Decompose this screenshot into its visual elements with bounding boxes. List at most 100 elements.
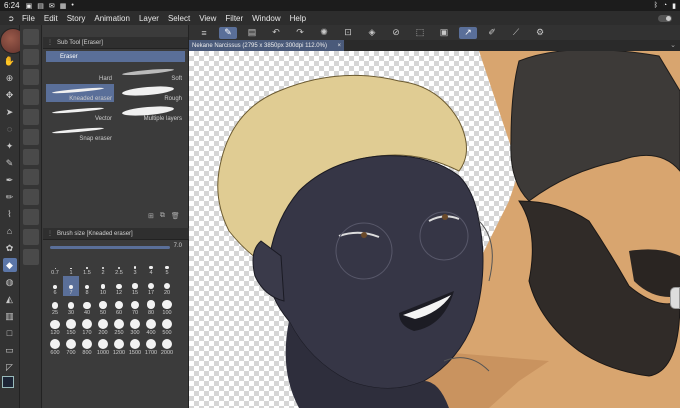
- menu-select[interactable]: Select: [168, 14, 190, 23]
- brush-size-preset[interactable]: 2.5: [111, 256, 127, 276]
- brush-size-preset[interactable]: 100: [159, 296, 175, 316]
- brush-size-preset[interactable]: 250: [111, 316, 127, 336]
- select-all-icon[interactable]: ▣: [435, 27, 453, 39]
- brush-size-preset[interactable]: 8: [79, 276, 95, 296]
- brush-size-preset[interactable]: 400: [143, 316, 159, 336]
- brush-size-track[interactable]: [50, 245, 170, 249]
- menu-view[interactable]: View: [199, 14, 216, 23]
- operation-icon[interactable]: ➤: [3, 105, 17, 119]
- brush-size-preset[interactable]: 1500: [127, 336, 143, 356]
- menu-window[interactable]: Window: [252, 14, 280, 23]
- brush-size-preset[interactable]: 120: [47, 316, 63, 336]
- invert-selection-icon[interactable]: ⬚: [411, 27, 429, 39]
- sub-tool-multiple-layers[interactable]: Multiple layers: [116, 104, 184, 122]
- brush-size-preset[interactable]: 17: [143, 276, 159, 296]
- brush-size-preset[interactable]: 5: [159, 256, 175, 276]
- eyedropper-icon[interactable]: ✎: [3, 156, 17, 170]
- blend-icon[interactable]: ◍: [3, 275, 17, 289]
- main-color-swatch[interactable]: [2, 376, 14, 388]
- zoom-icon[interactable]: ⊕: [3, 71, 17, 85]
- brush-size-preset[interactable]: 15: [127, 276, 143, 296]
- close-icon[interactable]: ×: [337, 43, 341, 49]
- sub-tool-rough[interactable]: Rough: [116, 84, 184, 102]
- pencil-icon[interactable]: ✏: [3, 190, 17, 204]
- brush-size-preset[interactable]: 1: [63, 256, 79, 276]
- settings-icon[interactable]: ⚙: [531, 27, 549, 39]
- pen-pressure-icon[interactable]: ✐: [483, 27, 501, 39]
- brush-size-preset[interactable]: 25: [47, 296, 63, 316]
- brush-size-preset[interactable]: 700: [63, 336, 79, 356]
- frame-icon[interactable]: ▭: [3, 343, 17, 357]
- brush-size-preset[interactable]: 200: [95, 316, 111, 336]
- magic-wand-icon[interactable]: ✦: [3, 139, 17, 153]
- brush-size-preset[interactable]: 80: [143, 296, 159, 316]
- menu-icon[interactable]: ≡: [195, 27, 213, 39]
- brush-size-preset[interactable]: 170: [79, 316, 95, 336]
- decoration-icon[interactable]: ✿: [3, 241, 17, 255]
- tool-slot[interactable]: [22, 209, 39, 225]
- brush-size-slider[interactable]: 7.0: [46, 240, 186, 254]
- brush-size-preset[interactable]: 600: [47, 336, 63, 356]
- deselect-icon[interactable]: ⊘: [387, 27, 405, 39]
- clear-icon[interactable]: ✺: [315, 27, 333, 39]
- ui-toggle[interactable]: [658, 14, 672, 22]
- ruler-icon[interactable]: ◸: [3, 360, 17, 374]
- transform-icon[interactable]: ⊡: [339, 27, 357, 39]
- brush-size-preset[interactable]: 0.7: [47, 256, 63, 276]
- brush-size-preset[interactable]: 1000: [95, 336, 111, 356]
- tool-slot[interactable]: [22, 29, 39, 45]
- sub-tool-group-tab[interactable]: Eraser: [46, 51, 185, 62]
- brush-size-preset[interactable]: 10: [95, 276, 111, 296]
- brush-size-preset[interactable]: 800: [79, 336, 95, 356]
- tool-slot[interactable]: [22, 189, 39, 205]
- tool-slot[interactable]: [22, 129, 39, 145]
- brush-icon[interactable]: ⌇: [3, 207, 17, 221]
- lasso-icon[interactable]: ◌: [3, 122, 17, 136]
- undo-icon[interactable]: ↶: [267, 27, 285, 39]
- tool-slot[interactable]: [22, 49, 39, 65]
- tool-slot[interactable]: [22, 89, 39, 105]
- brush-size-preset[interactable]: 150: [63, 316, 79, 336]
- tool-slot[interactable]: [22, 109, 39, 125]
- menu-layer[interactable]: Layer: [139, 14, 159, 23]
- brush-size-preset[interactable]: 2000: [159, 336, 175, 356]
- panel-menu-icon[interactable]: ⋮: [47, 39, 53, 46]
- brush-size-preset[interactable]: 1.5: [79, 256, 95, 276]
- brush-size-preset[interactable]: 1700: [143, 336, 159, 356]
- brush-size-preset[interactable]: 7: [63, 276, 79, 296]
- menu-edit[interactable]: Edit: [44, 14, 58, 23]
- brush-size-preset[interactable]: 1200: [111, 336, 127, 356]
- sub-tool-vector[interactable]: Vector: [46, 104, 114, 122]
- layer-panel-icon[interactable]: ▤: [243, 27, 261, 39]
- brush-size-preset[interactable]: 60: [111, 296, 127, 316]
- tool-slot[interactable]: [22, 169, 39, 185]
- tool-slot[interactable]: [22, 229, 39, 245]
- app-logo-icon[interactable]: ➲: [0, 14, 22, 23]
- move-icon[interactable]: ✥: [3, 88, 17, 102]
- redo-icon[interactable]: ↷: [291, 27, 309, 39]
- brush-size-preset[interactable]: 40: [79, 296, 95, 316]
- copy-sub-tool-icon[interactable]: ⧉: [160, 212, 165, 220]
- fill-bucket-icon[interactable]: ◈: [363, 27, 381, 39]
- drawing-canvas[interactable]: [189, 51, 680, 408]
- sub-tool-hard[interactable]: Hard: [46, 64, 114, 82]
- brush-size-preset[interactable]: 300: [127, 316, 143, 336]
- sub-tool-soft[interactable]: Soft: [116, 64, 184, 82]
- tool-settings-icon[interactable]: ✎: [219, 26, 237, 39]
- canvas-side-handle[interactable]: [670, 287, 680, 309]
- document-tab[interactable]: Nekane Narcissus (2795 x 3850px 300dpi 1…: [189, 40, 344, 51]
- brush-size-preset[interactable]: 3: [127, 256, 143, 276]
- brush-size-preset[interactable]: 70: [127, 296, 143, 316]
- tool-slot[interactable]: [22, 69, 39, 85]
- brush-size-preset[interactable]: 6: [47, 276, 63, 296]
- brush-size-preset[interactable]: 20: [159, 276, 175, 296]
- delete-sub-tool-icon[interactable]: 🗑: [171, 212, 180, 220]
- sub-tool-snap-eraser[interactable]: Snap eraser: [46, 124, 114, 142]
- brush-edit-icon[interactable]: ⟋: [507, 27, 525, 39]
- pen-icon[interactable]: ✒: [3, 173, 17, 187]
- menu-filter[interactable]: Filter: [225, 14, 243, 23]
- brush-size-preset[interactable]: 2: [95, 256, 111, 276]
- menu-story[interactable]: Story: [67, 14, 86, 23]
- eraser-icon[interactable]: ◆: [2, 258, 17, 272]
- add-sub-tool-icon[interactable]: ⊞: [148, 212, 154, 220]
